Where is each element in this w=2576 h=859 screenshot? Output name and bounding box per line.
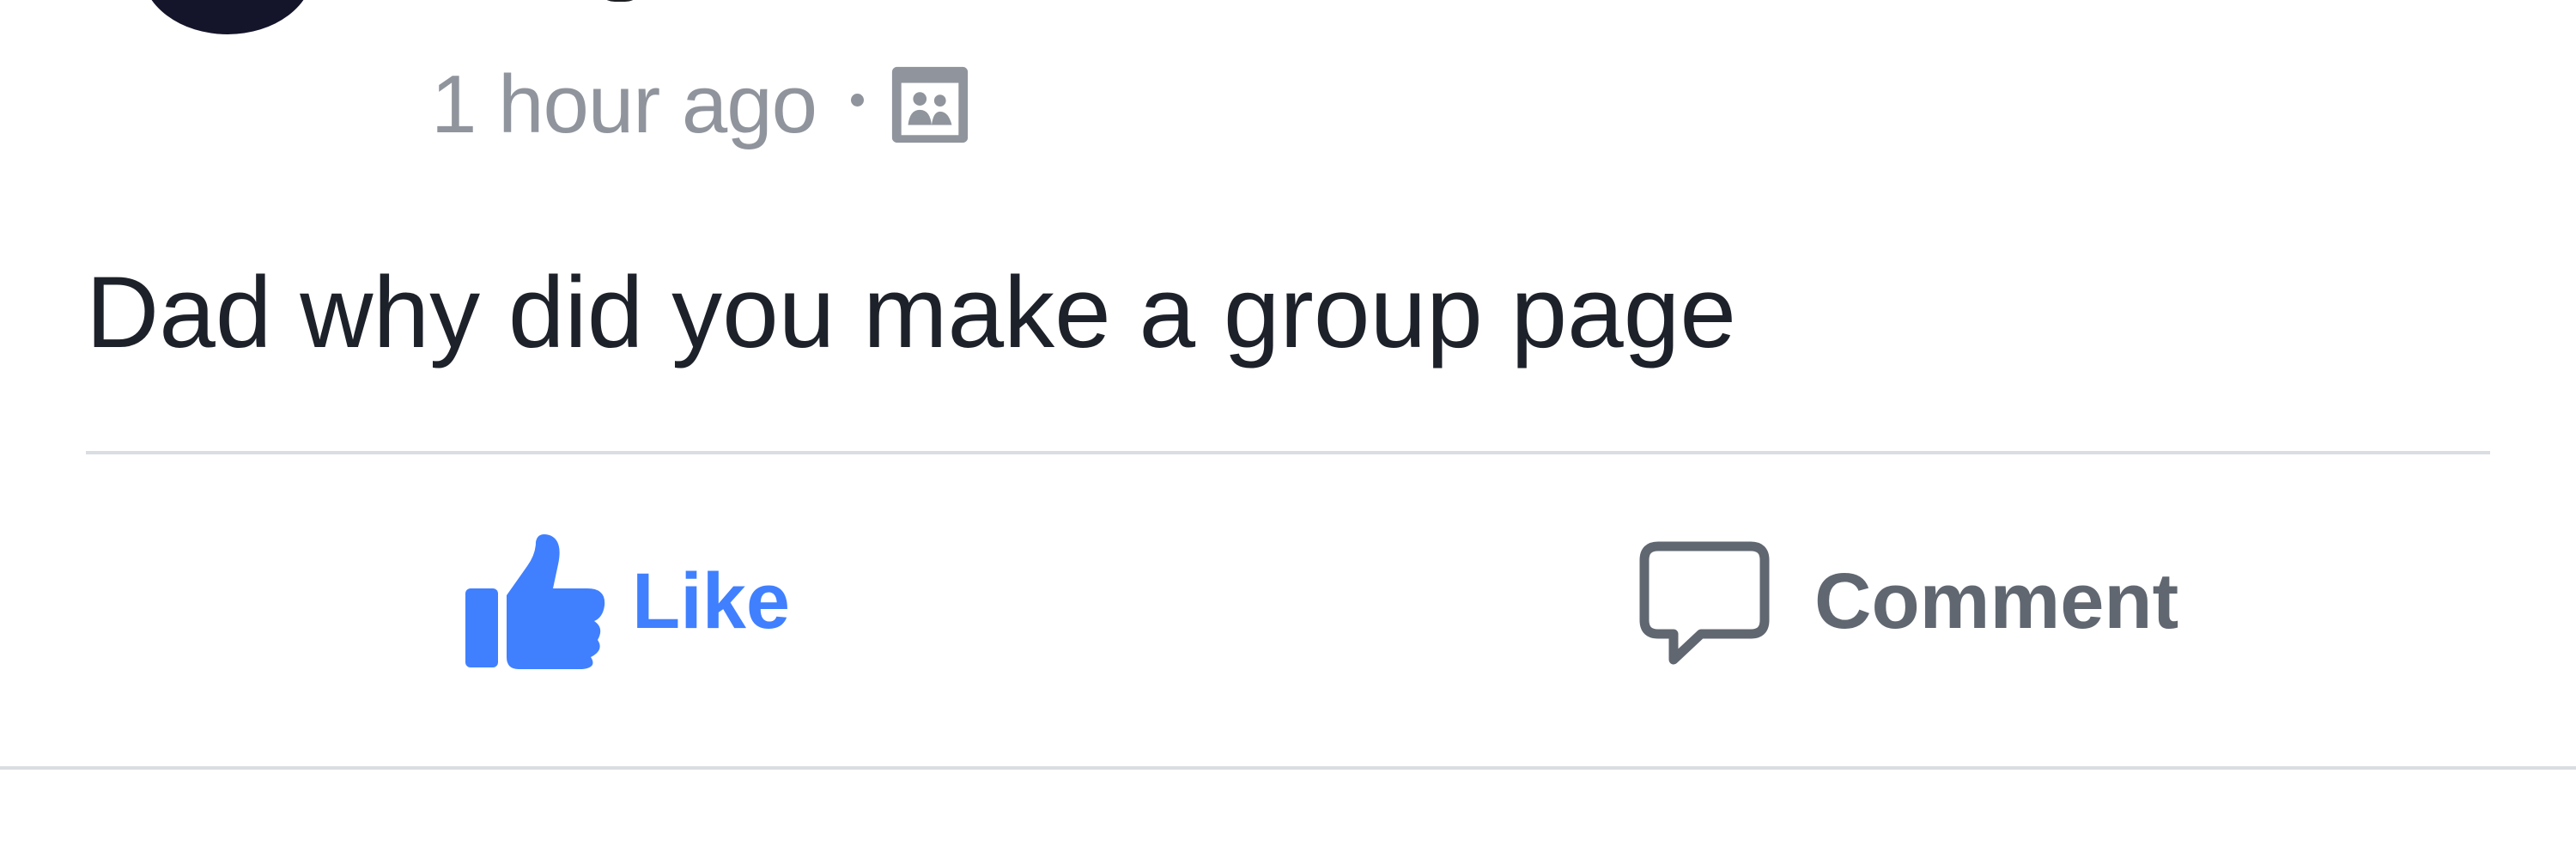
post-timestamp[interactable]: 1 hour ago <box>431 64 817 146</box>
comment-button[interactable]: Comment <box>1636 533 2178 670</box>
post-meta: 1 hour ago <box>431 53 972 156</box>
like-label: Like <box>632 557 791 645</box>
post-text: Dad why did you make a group page <box>86 256 1736 369</box>
author-name-fragment[interactable] <box>592 0 653 10</box>
group-audience-icon[interactable] <box>888 63 972 147</box>
divider <box>86 451 2490 454</box>
meta-separator-dot <box>851 93 865 107</box>
bottom-divider <box>0 766 2576 770</box>
comment-label: Comment <box>1814 557 2179 645</box>
avatar[interactable] <box>142 0 313 34</box>
speech-bubble-icon <box>1639 541 1770 665</box>
like-button[interactable]: Like <box>464 533 790 670</box>
thumbs-up-icon <box>465 534 605 669</box>
